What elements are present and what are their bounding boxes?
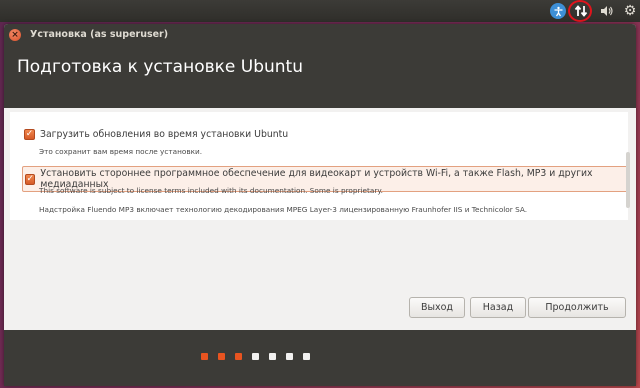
updates-note: Это сохранит вам время после установки. [39, 147, 203, 156]
content-area: ✓ Загрузить обновления во время установк… [4, 108, 636, 328]
license-note: This software is subject to license term… [39, 186, 383, 195]
page-title: Подготовка к установке Ubuntu [17, 57, 303, 77]
volume-icon[interactable] [598, 2, 616, 20]
highlight-circle [568, 0, 592, 22]
continue-button[interactable]: Продолжить [528, 297, 626, 318]
updates-option[interactable]: ✓ Загрузить обновления во время установк… [24, 129, 288, 140]
close-icon[interactable]: × [9, 28, 21, 41]
progress-dot [235, 353, 242, 360]
window-title: Установка (as superuser) [30, 29, 169, 40]
settings-gear-icon[interactable]: ⚙ [621, 2, 639, 20]
page-header: Подготовка к установке Ubuntu [4, 45, 636, 108]
fluendo-note: Надстройка Fluendo MP3 включает технолог… [39, 205, 528, 214]
scrollbar[interactable] [626, 152, 630, 208]
progress-dot [218, 353, 225, 360]
quit-button[interactable]: Выход [409, 297, 465, 318]
third-party-checkbox[interactable]: ✓ [25, 173, 36, 185]
back-button[interactable]: Назад [470, 297, 526, 318]
progress-dot [269, 353, 276, 360]
options-panel: ✓ Загрузить обновления во время установк… [10, 112, 628, 220]
top-panel: ⚙ [0, 0, 640, 22]
installer-window: × Установка (as superuser) Подготовка к … [4, 24, 636, 386]
accessibility-icon[interactable] [549, 2, 567, 20]
updates-label: Загрузить обновления во время установки … [40, 129, 289, 140]
progress-dot [252, 353, 259, 360]
window-titlebar: × Установка (as superuser) [4, 24, 636, 45]
progress-dot [286, 353, 293, 360]
progress-footer [4, 330, 636, 386]
progress-dot [303, 353, 310, 360]
progress-dots [201, 353, 320, 360]
updates-checkbox[interactable]: ✓ [24, 129, 35, 140]
progress-dot [201, 353, 208, 360]
